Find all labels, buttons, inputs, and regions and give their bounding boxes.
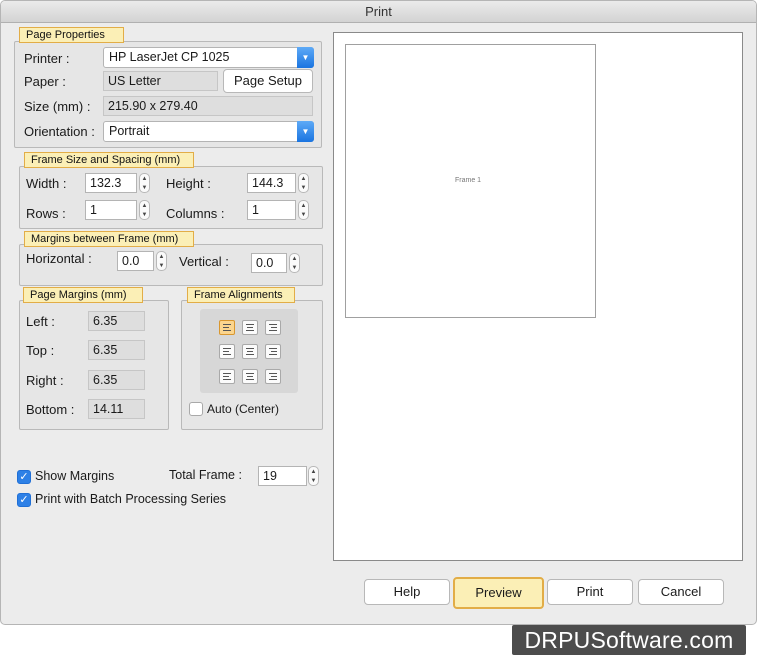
height-input[interactable]: 144.3 [247,173,296,193]
top-margin-field: 6.35 [88,340,145,360]
printer-select[interactable]: HP LaserJet CP 1025 ▼ [103,47,314,68]
width-label: Width : [26,176,67,191]
align-middle-left-icon[interactable] [219,344,235,359]
frame-size-legend: Frame Size and Spacing (mm) [24,152,194,168]
paper-field: US Letter [103,71,218,91]
batch-processing-label: Print with Batch Processing Series [35,492,227,506]
columns-input[interactable]: 1 [247,200,296,220]
bottom-margin-field: 14.11 [88,399,145,419]
auto-center-checkbox[interactable] [189,402,203,416]
horizontal-stepper[interactable]: ▲ ▼ [156,251,167,271]
bottom-margin-label: Bottom : [26,402,75,417]
print-button[interactable]: Print [547,579,633,605]
right-margin-field: 6.35 [88,370,145,390]
margins-between-legend: Margins between Frame (mm) [24,231,194,247]
batch-processing-checkbox[interactable]: ✓ [17,493,31,507]
paper-label: Paper : [24,74,66,89]
show-margins-checkbox[interactable]: ✓ [17,470,31,484]
vertical-label: Vertical : [179,254,229,269]
orientation-select[interactable]: Portrait ▼ [103,121,314,142]
columns-label: Columns : [166,206,225,221]
width-input[interactable]: 132.3 [85,173,137,193]
size-label: Size (mm) : [24,99,91,114]
orientation-value: Portrait [109,124,150,138]
help-button[interactable]: Help [364,579,450,605]
page-setup-button[interactable]: Page Setup [223,69,313,93]
vertical-stepper[interactable]: ▲ ▼ [289,253,300,273]
page-margins-legend: Page Margins (mm) [23,287,143,303]
cancel-button[interactable]: Cancel [638,579,724,605]
align-top-center-icon[interactable] [242,320,258,335]
size-field: 215.90 x 279.40 [103,96,313,116]
window-title: Print [1,1,756,23]
align-bottom-center-icon[interactable] [242,369,258,384]
watermark-logo: DRPUSoftware.com [512,625,746,655]
horizontal-label: Horizontal : [26,251,92,266]
left-margin-field: 6.35 [88,311,145,331]
right-margin-label: Right : [26,373,64,388]
printer-value: HP LaserJet CP 1025 [109,50,230,64]
left-margin-label: Left : [26,314,55,329]
vertical-input[interactable]: 0.0 [251,253,287,273]
show-margins-label: Show Margins [35,469,115,483]
checkmark-icon: ✓ [19,494,29,506]
width-stepper[interactable]: ▲ ▼ [139,173,150,193]
page-properties-legend: Page Properties [19,27,124,43]
total-frame-label: Total Frame : [169,468,242,482]
chevron-down-icon: ▼ [297,47,314,68]
rows-input[interactable]: 1 [85,200,137,220]
rows-label: Rows : [26,206,66,221]
top-margin-label: Top : [26,343,55,358]
preview-button[interactable]: Preview [453,577,544,609]
align-top-left-icon[interactable] [219,320,235,335]
height-stepper[interactable]: ▲ ▼ [298,173,309,193]
frame-alignments-legend: Frame Alignments [187,287,295,303]
align-top-right-icon[interactable] [265,320,281,335]
rows-stepper[interactable]: ▲ ▼ [139,200,150,220]
orientation-label: Orientation : [24,124,95,139]
auto-center-label: Auto (Center) [207,402,280,416]
align-bottom-right-icon[interactable] [265,369,281,384]
total-frame-stepper[interactable]: ▲ ▼ [308,466,319,486]
printer-label: Printer : [24,51,70,66]
align-bottom-left-icon[interactable] [219,369,235,384]
frame-label: Frame 1 [455,177,482,184]
horizontal-input[interactable]: 0.0 [117,251,154,271]
height-label: Height : [166,176,211,191]
checkmark-icon: ✓ [19,471,29,483]
align-middle-center-icon[interactable] [242,344,258,359]
total-frame-input[interactable]: 19 [258,466,307,486]
align-middle-right-icon[interactable] [265,344,281,359]
chevron-down-icon: ▼ [297,121,314,142]
columns-stepper[interactable]: ▲ ▼ [298,200,309,220]
